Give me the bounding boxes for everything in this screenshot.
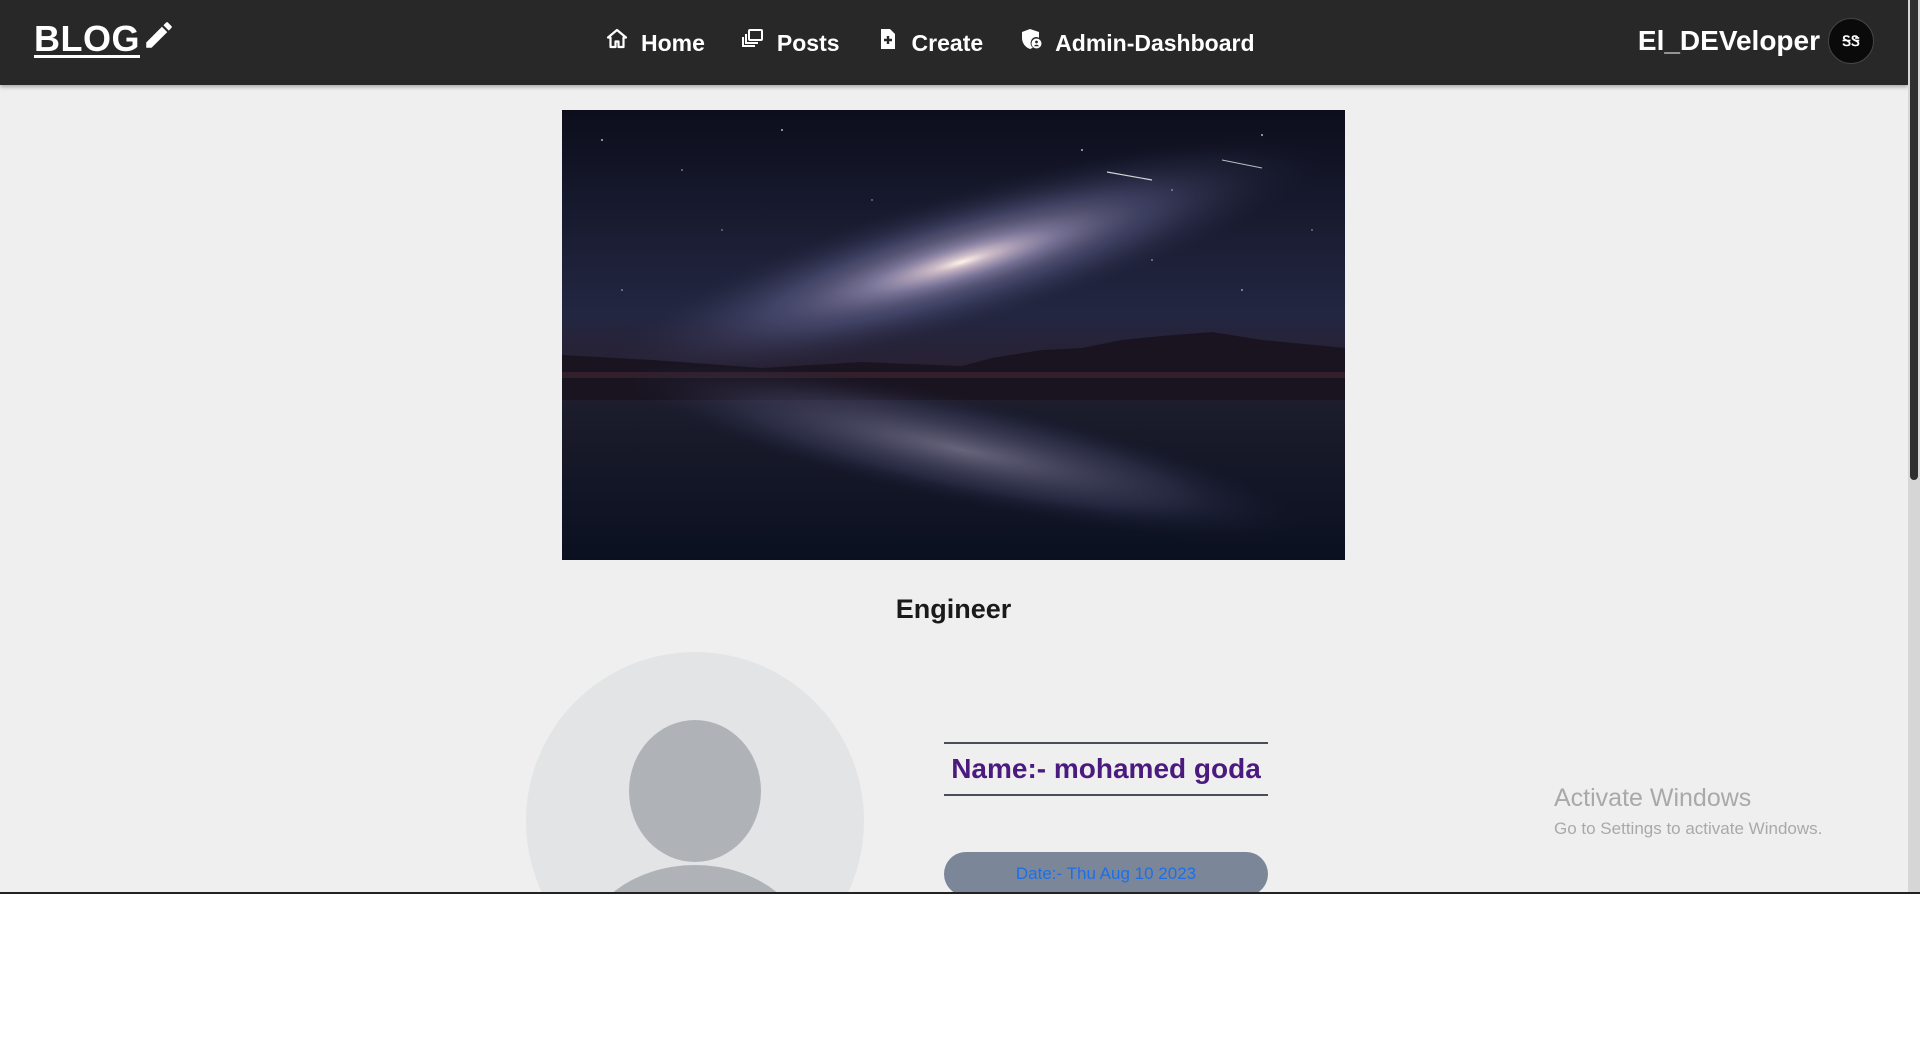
nav-home-label: Home bbox=[641, 29, 705, 56]
page-viewport: BLOG Home Posts Create Admin-Dashboard E… bbox=[0, 0, 1920, 894]
pencil-icon bbox=[146, 22, 172, 48]
windows-activation-watermark: Activate Windows Go to Settings to activ… bbox=[1554, 784, 1822, 839]
file-plus-icon bbox=[880, 29, 895, 49]
profile-head-shape bbox=[629, 720, 761, 862]
nav-admin-dashboard-link[interactable]: Admin-Dashboard bbox=[1019, 22, 1255, 64]
nav-posts-link[interactable]: Posts bbox=[741, 22, 840, 64]
nav-admin-dashboard-label: Admin-Dashboard bbox=[1055, 29, 1255, 56]
brand-text: BLOG bbox=[34, 18, 140, 59]
watermark-title: Activate Windows bbox=[1554, 784, 1752, 812]
posts-icon bbox=[741, 29, 763, 47]
nav-create-label: Create bbox=[911, 29, 984, 56]
profile-body-shape bbox=[581, 865, 809, 892]
username: El_DEVeloper bbox=[1637, 25, 1820, 56]
vertical-scrollbar[interactable] bbox=[1908, 0, 1920, 892]
brand-logo-link[interactable]: BLOG bbox=[34, 18, 176, 60]
user-menu[interactable]: El_DEVeloper ᎦᏕ bbox=[1638, 18, 1874, 64]
nav-create-link[interactable]: Create bbox=[876, 22, 984, 64]
top-navbar: BLOG Home Posts Create Admin-Dashboard E… bbox=[0, 0, 1908, 85]
post-date-badge: Date:- Thu Aug 10 2023 bbox=[944, 852, 1268, 892]
home-icon bbox=[606, 28, 628, 49]
admin-shield-icon bbox=[1022, 29, 1042, 49]
post-cover-image bbox=[562, 110, 1345, 560]
scrollbar-thumb[interactable] bbox=[1910, 0, 1918, 480]
avatar-text: ᎦᏕ bbox=[1842, 32, 1860, 49]
avatar[interactable]: ᎦᏕ bbox=[1828, 18, 1874, 64]
post-date-text: Date:- Thu Aug 10 2023 bbox=[1015, 864, 1197, 883]
post-title: Engineer bbox=[895, 594, 1012, 624]
galaxy-image bbox=[562, 110, 1345, 560]
author-name: Name:- mohamed goda bbox=[944, 742, 1268, 796]
watermark-subtitle: Go to Settings to activate Windows. bbox=[1554, 819, 1823, 838]
author-profile-picture bbox=[526, 652, 864, 892]
nav-links: Home Posts Create Admin-Dashboard bbox=[605, 22, 1291, 64]
nav-home-link[interactable]: Home bbox=[605, 22, 705, 64]
nav-posts-label: Posts bbox=[776, 29, 840, 56]
